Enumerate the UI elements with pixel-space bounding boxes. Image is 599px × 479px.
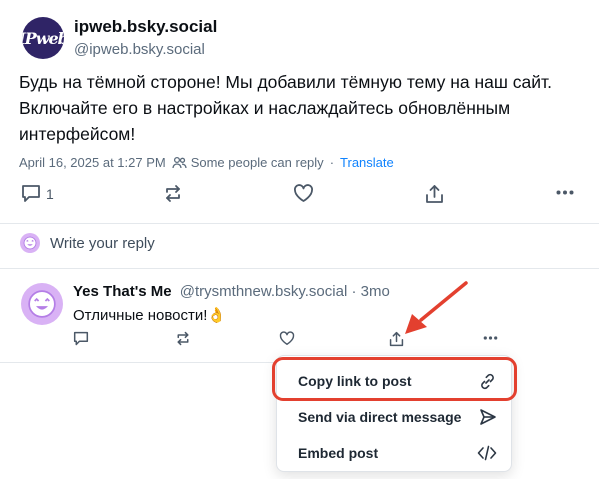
post-actions: 1 <box>0 182 599 210</box>
menu-item-label: Copy link to post <box>298 373 412 389</box>
post-meta: April 16, 2025 at 1:27 PM Some people ca… <box>19 155 394 170</box>
reply-composer[interactable]: Write your reply <box>20 233 155 253</box>
reply-permission[interactable]: Some people can reply <box>191 155 324 170</box>
more-icon <box>483 336 498 340</box>
divider <box>0 268 599 269</box>
send-direct-message-menu-item[interactable]: Send via direct message <box>277 399 511 435</box>
repost-icon <box>163 184 183 203</box>
post-text: Будь на тёмной стороне! Мы добавили тёмн… <box>19 72 552 144</box>
reply-author-name[interactable]: Yes That's Me <box>73 283 172 300</box>
more-icon <box>556 190 574 195</box>
share-icon <box>425 184 444 204</box>
reply-text: Отличные новости!👌 <box>73 307 227 324</box>
link-icon <box>478 372 497 391</box>
author-avatar[interactable]: IPweb <box>22 17 64 59</box>
more-options-button[interactable] <box>483 336 498 340</box>
reply-button[interactable]: 1 <box>21 184 54 203</box>
code-icon <box>477 445 497 461</box>
menu-item-label: Send via direct message <box>298 409 462 425</box>
reply-header: Yes That's Me @trysmthnew.bsky.social · … <box>73 283 390 300</box>
reply-placeholder: Write your reply <box>50 234 155 252</box>
reply-icon <box>73 331 89 346</box>
avatar-logo-text: IPweb <box>22 28 64 48</box>
post-timestamp[interactable]: April 16, 2025 at 1:27 PM <box>19 155 166 170</box>
meta-separator: · <box>329 155 335 170</box>
repost-button[interactable] <box>175 331 191 346</box>
menu-item-label: Embed post <box>298 445 379 461</box>
author-handle[interactable]: @ipweb.bsky.social <box>74 41 205 58</box>
copy-link-menu-item[interactable]: Copy link to post <box>277 363 511 399</box>
share-icon <box>389 331 404 347</box>
reply-actions <box>0 329 599 351</box>
smiley-avatar-icon <box>20 233 40 253</box>
like-button[interactable] <box>293 184 314 203</box>
reply-author-handle[interactable]: @trysmthnew.bsky.social · 3mo <box>180 283 390 300</box>
embed-post-menu-item[interactable]: Embed post <box>277 435 511 471</box>
repost-icon <box>175 331 191 346</box>
reply-count: 1 <box>46 185 54 202</box>
reply-button[interactable] <box>73 331 89 346</box>
repost-button[interactable] <box>163 184 183 203</box>
more-options-button[interactable] <box>556 190 574 195</box>
send-icon <box>479 408 497 426</box>
like-icon <box>279 331 295 346</box>
divider <box>0 223 599 224</box>
author-display-name[interactable]: ipweb.bsky.social <box>74 17 217 37</box>
share-button[interactable] <box>389 331 404 347</box>
reply-icon <box>21 184 41 203</box>
share-button[interactable] <box>425 184 444 204</box>
like-icon <box>293 184 314 203</box>
people-icon <box>172 156 187 169</box>
translate-link[interactable]: Translate <box>340 155 394 170</box>
smiley-avatar-icon[interactable] <box>21 283 63 325</box>
share-menu: Copy link to post Send via direct messag… <box>276 355 512 472</box>
divider <box>0 362 276 363</box>
like-button[interactable] <box>279 331 295 346</box>
